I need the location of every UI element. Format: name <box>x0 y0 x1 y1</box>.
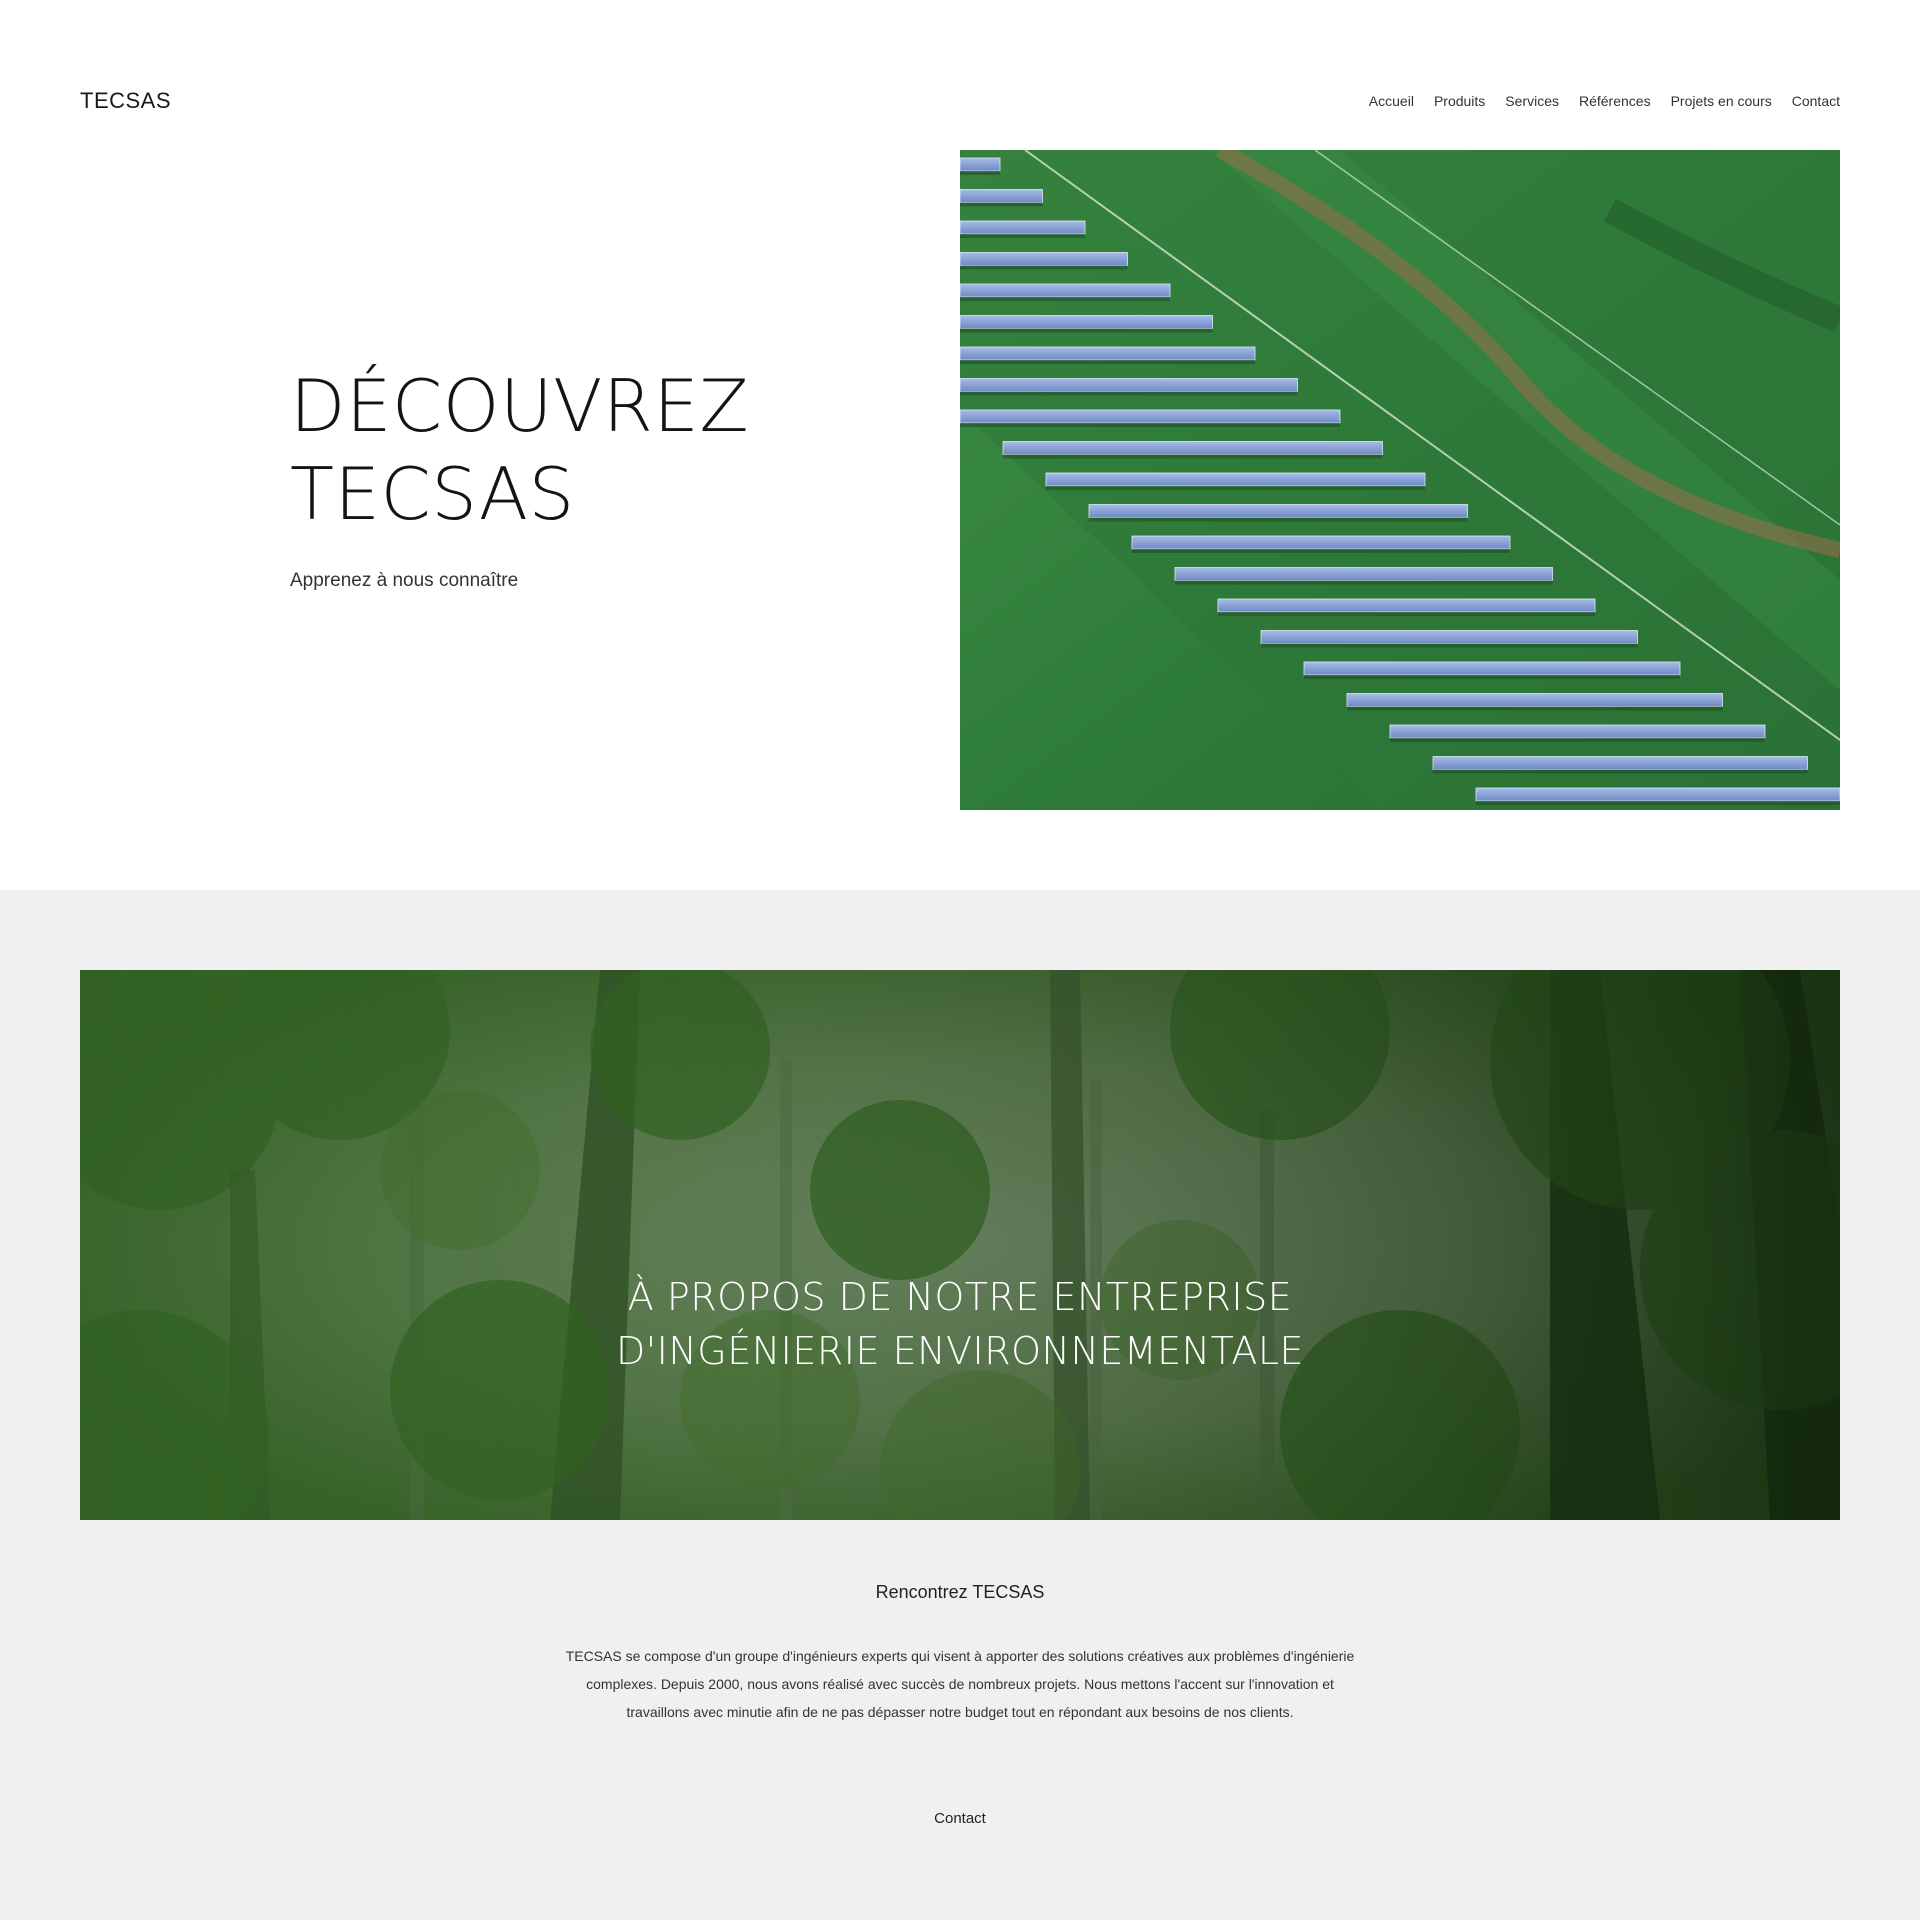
about-banner-title-line-2: D'INGÉNIERIE ENVIRONNEMENTALE <box>615 1329 1305 1373</box>
main-nav: Accueil Produits Services Références Pro… <box>1369 93 1840 109</box>
forest-banner-image: À PROPOS DE NOTRE ENTREPRISE D'INGÉNIERI… <box>80 970 1840 1520</box>
nav-item-contact[interactable]: Contact <box>1792 93 1840 109</box>
meet-heading: Rencontrez TECSAS <box>875 1582 1045 1602</box>
solar-farm-image <box>960 150 1840 810</box>
contact-link[interactable]: Contact <box>0 1810 1920 1827</box>
page: TECSAS Accueil Produits Services Référen… <box>0 0 1920 1920</box>
hero-subtitle: Apprenez à nous connaître <box>290 570 519 591</box>
nav-item-accueil[interactable]: Accueil <box>1369 93 1414 109</box>
nav-item-projets-en-cours[interactable]: Projets en cours <box>1671 93 1772 109</box>
about-section: À PROPOS DE NOTRE ENTREPRISE D'INGÉNIERI… <box>0 890 1920 1920</box>
site-logo[interactable]: TECSAS <box>80 88 171 114</box>
about-paragraph: TECSAS se compose d'un groupe d'ingénieu… <box>565 1648 1355 1720</box>
hero-title: DÉCOUVREZ TECSAS <box>290 362 850 538</box>
nav-item-produits[interactable]: Produits <box>1434 93 1485 109</box>
nav-item-services[interactable]: Services <box>1505 93 1559 109</box>
hero-title-line-1: DÉCOUVREZ <box>290 364 750 448</box>
hero-section: TECSAS Accueil Produits Services Référen… <box>0 0 1920 890</box>
nav-item-references[interactable]: Références <box>1579 93 1651 109</box>
about-banner-title-line-1: À PROPOS DE NOTRE ENTREPRISE <box>627 1275 1293 1319</box>
about-banner-title: À PROPOS DE NOTRE ENTREPRISE D'INGÉNIERI… <box>80 1270 1840 1378</box>
hero-title-line-2: TECSAS <box>290 452 575 536</box>
